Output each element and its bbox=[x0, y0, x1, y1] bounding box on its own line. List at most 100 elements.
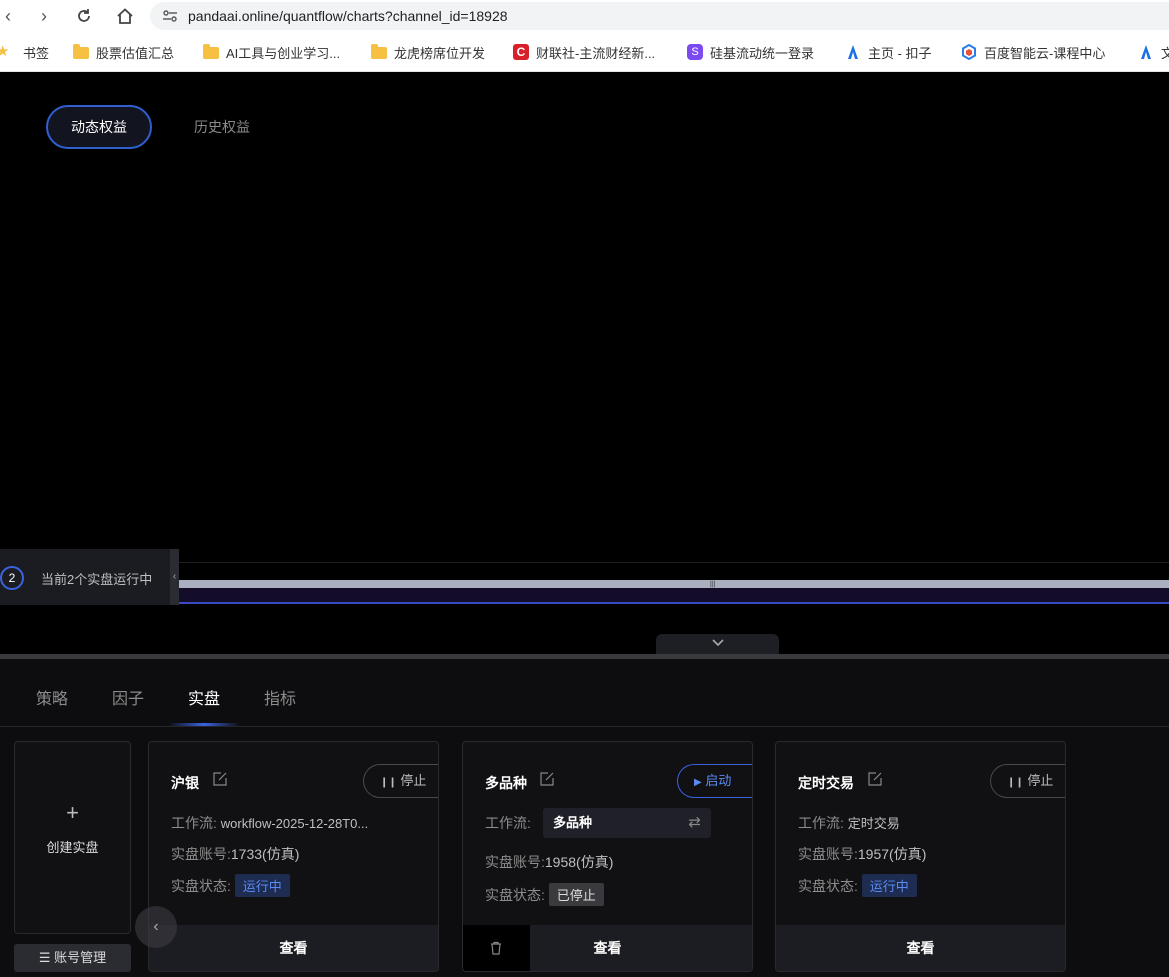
status-label: 实盘状态: bbox=[171, 878, 231, 894]
account-row: 实盘账号:1957(仿真) bbox=[798, 844, 926, 864]
workflow-row: 工作流: workflow-2025-12-28T0... bbox=[171, 813, 368, 833]
site-settings-icon[interactable] bbox=[162, 9, 178, 23]
bookmark-item[interactable]: 文 bbox=[1138, 43, 1169, 61]
edit-icon[interactable] bbox=[868, 772, 882, 786]
tab-history-equity[interactable]: 历史权益 bbox=[194, 117, 250, 137]
star-icon: ★ bbox=[0, 43, 10, 60]
bookmark-label: 书签 bbox=[23, 45, 50, 61]
tab-strategy[interactable]: 策略 bbox=[36, 685, 68, 709]
bookmark-item[interactable]: ★ 书签 bbox=[0, 43, 49, 61]
bookmark-label: 股票估值汇总 bbox=[96, 45, 175, 61]
chart-range-slider[interactable] bbox=[179, 580, 1169, 588]
running-text: 当前2个实盘运行中 bbox=[41, 572, 153, 587]
live-card: 定时交易 ❙❙ 停止 工作流: 定时交易 实盘账号:1957(仿真) 实盘状态:… bbox=[775, 741, 1066, 972]
account-row: 实盘账号:1733(仿真) bbox=[171, 844, 299, 864]
running-status-bar[interactable]: 2 当前2个实盘运行中 ‹ bbox=[0, 549, 179, 605]
cls-logo-icon: C bbox=[513, 44, 529, 60]
create-live-button[interactable]: + 创建实盘 bbox=[14, 741, 131, 934]
bookmark-item[interactable]: 股票估值汇总 bbox=[73, 43, 174, 61]
stop-button[interactable]: ❙❙ 停止 bbox=[990, 764, 1065, 798]
folder-icon bbox=[203, 44, 219, 59]
browser-toolbar: ‹ › pandaai.online/quantflow/charts?chan… bbox=[0, 0, 1169, 32]
url-text: pandaai.online/quantflow/charts?channel_… bbox=[188, 8, 508, 24]
workflow-label: 工作流: bbox=[798, 815, 844, 831]
status-label: 实盘状态: bbox=[485, 887, 545, 903]
live-card: 沪银 ❙❙ 停止 工作流: workflow-2025-12-28T0... 实… bbox=[148, 741, 439, 972]
start-label: 启动 bbox=[705, 773, 732, 788]
stop-button[interactable]: ❙❙ 停止 bbox=[363, 764, 438, 798]
stop-label: 停止 bbox=[1027, 773, 1054, 788]
pause-icon: ❙❙ bbox=[1007, 777, 1024, 788]
bookmark-label: 龙虎榜席位开发 bbox=[394, 45, 486, 61]
workflow-row: 工作流: 定时交易 bbox=[798, 813, 900, 833]
account-manage-label: 账号管理 bbox=[54, 950, 107, 965]
bottom-panel: 策略 因子 实盘 指标 + 创建实盘 ☰ 账号管理 沪银 ❙❙ 停止 工作流: … bbox=[0, 659, 1169, 977]
account-value: 1733(仿真) bbox=[230, 846, 300, 862]
panel-collapse-handle[interactable] bbox=[656, 634, 779, 654]
bookmark-item[interactable]: C 财联社-主流财经新... bbox=[513, 43, 655, 61]
bookmark-item[interactable]: AI工具与创业学习... bbox=[203, 43, 340, 61]
list-icon: ☰ bbox=[38, 950, 51, 965]
bookmark-item[interactable]: 龙虎榜席位开发 bbox=[371, 43, 485, 61]
bookmarks-bar: ★ 书签 股票估值汇总 AI工具与创业学习... 龙虎榜席位开发 C 财联社-主… bbox=[0, 32, 1169, 72]
swap-icon[interactable]: ⇄ bbox=[688, 808, 701, 838]
chart-range-preview bbox=[179, 588, 1169, 604]
chevron-down-icon bbox=[711, 636, 725, 651]
reload-icon[interactable] bbox=[72, 4, 96, 28]
workflow-value: workflow-2025-12-28T0... bbox=[220, 816, 369, 831]
scroll-left-button[interactable]: ‹ bbox=[135, 906, 177, 948]
status-row: 实盘状态: 运行中 bbox=[798, 874, 917, 897]
start-button[interactable]: ▶ 启动 bbox=[677, 764, 752, 798]
coze-logo-icon bbox=[1138, 44, 1154, 60]
play-icon: ▶ bbox=[694, 777, 702, 788]
bookmark-item[interactable]: 百度智能云-课程中心 bbox=[961, 43, 1105, 61]
collapse-left-icon[interactable]: ‹ bbox=[170, 549, 179, 605]
folder-icon bbox=[371, 44, 387, 59]
tab-indicator[interactable]: 指标 bbox=[264, 685, 296, 709]
workflow-value: 定时交易 bbox=[847, 816, 900, 831]
bookmark-item[interactable]: S 硅基流动统一登录 bbox=[687, 43, 814, 61]
bookmark-label: 财联社-主流财经新... bbox=[536, 45, 656, 61]
account-manage-button[interactable]: ☰ 账号管理 bbox=[14, 944, 131, 972]
back-icon[interactable]: ‹ bbox=[0, 4, 20, 28]
workflow-select[interactable]: 多品种 ⇄ bbox=[543, 808, 711, 838]
card-title: 定时交易 bbox=[798, 775, 854, 791]
tab-factor[interactable]: 因子 bbox=[112, 685, 144, 709]
bookmark-label: AI工具与创业学习... bbox=[226, 45, 341, 61]
workflow-label: 工作流: bbox=[485, 815, 531, 831]
status-row: 实盘状态: 已停止 bbox=[485, 883, 604, 906]
status-row: 实盘状态: 运行中 bbox=[171, 874, 290, 897]
workflow-select-value: 多品种 bbox=[553, 815, 593, 830]
view-button[interactable]: 查看 bbox=[149, 925, 438, 971]
account-label: 实盘账号: bbox=[171, 846, 231, 862]
bookmark-label: 硅基流动统一登录 bbox=[710, 45, 815, 61]
card-title: 沪银 bbox=[171, 775, 199, 791]
bookmark-item[interactable]: 主页 - 扣子 bbox=[845, 43, 932, 61]
stop-label: 停止 bbox=[400, 773, 427, 788]
url-bar[interactable]: pandaai.online/quantflow/charts?channel_… bbox=[150, 2, 1169, 30]
account-label: 实盘账号: bbox=[798, 846, 858, 862]
account-row: 实盘账号:1958(仿真) bbox=[485, 852, 613, 872]
workflow-row: 工作流: bbox=[485, 813, 531, 833]
status-label: 实盘状态: bbox=[798, 878, 858, 894]
status-badge: 运行中 bbox=[861, 874, 917, 897]
edit-icon[interactable] bbox=[540, 772, 554, 786]
delete-button[interactable] bbox=[463, 925, 530, 971]
live-card: 多品种 ▶ 启动 工作流: 多品种 ⇄ 实盘账号:1958(仿真) 实盘状态: … bbox=[462, 741, 753, 972]
forward-icon[interactable]: › bbox=[32, 4, 56, 28]
edit-icon[interactable] bbox=[213, 772, 227, 786]
bookmark-label: 百度智能云-课程中心 bbox=[984, 45, 1106, 61]
trash-icon bbox=[491, 941, 501, 955]
status-badge: 运行中 bbox=[234, 874, 290, 897]
app-root: 动态权益 历史权益 2 当前2个实盘运行中 ‹ ||| 策略 因子 实盘 指标 … bbox=[0, 72, 1169, 977]
home-icon[interactable] bbox=[113, 4, 137, 28]
slider-grip-icon[interactable]: ||| bbox=[710, 581, 715, 588]
view-button[interactable]: 查看 bbox=[776, 925, 1065, 971]
running-count-badge: 2 bbox=[0, 566, 24, 590]
tab-live[interactable]: 实盘 bbox=[188, 685, 220, 709]
account-value: 1958(仿真) bbox=[544, 854, 614, 870]
account-label: 实盘账号: bbox=[485, 854, 545, 870]
sub-tabs: 策略 因子 实盘 指标 bbox=[0, 659, 1169, 727]
tab-dynamic-equity[interactable]: 动态权益 bbox=[46, 105, 152, 149]
baidu-cloud-logo-icon bbox=[961, 43, 977, 61]
